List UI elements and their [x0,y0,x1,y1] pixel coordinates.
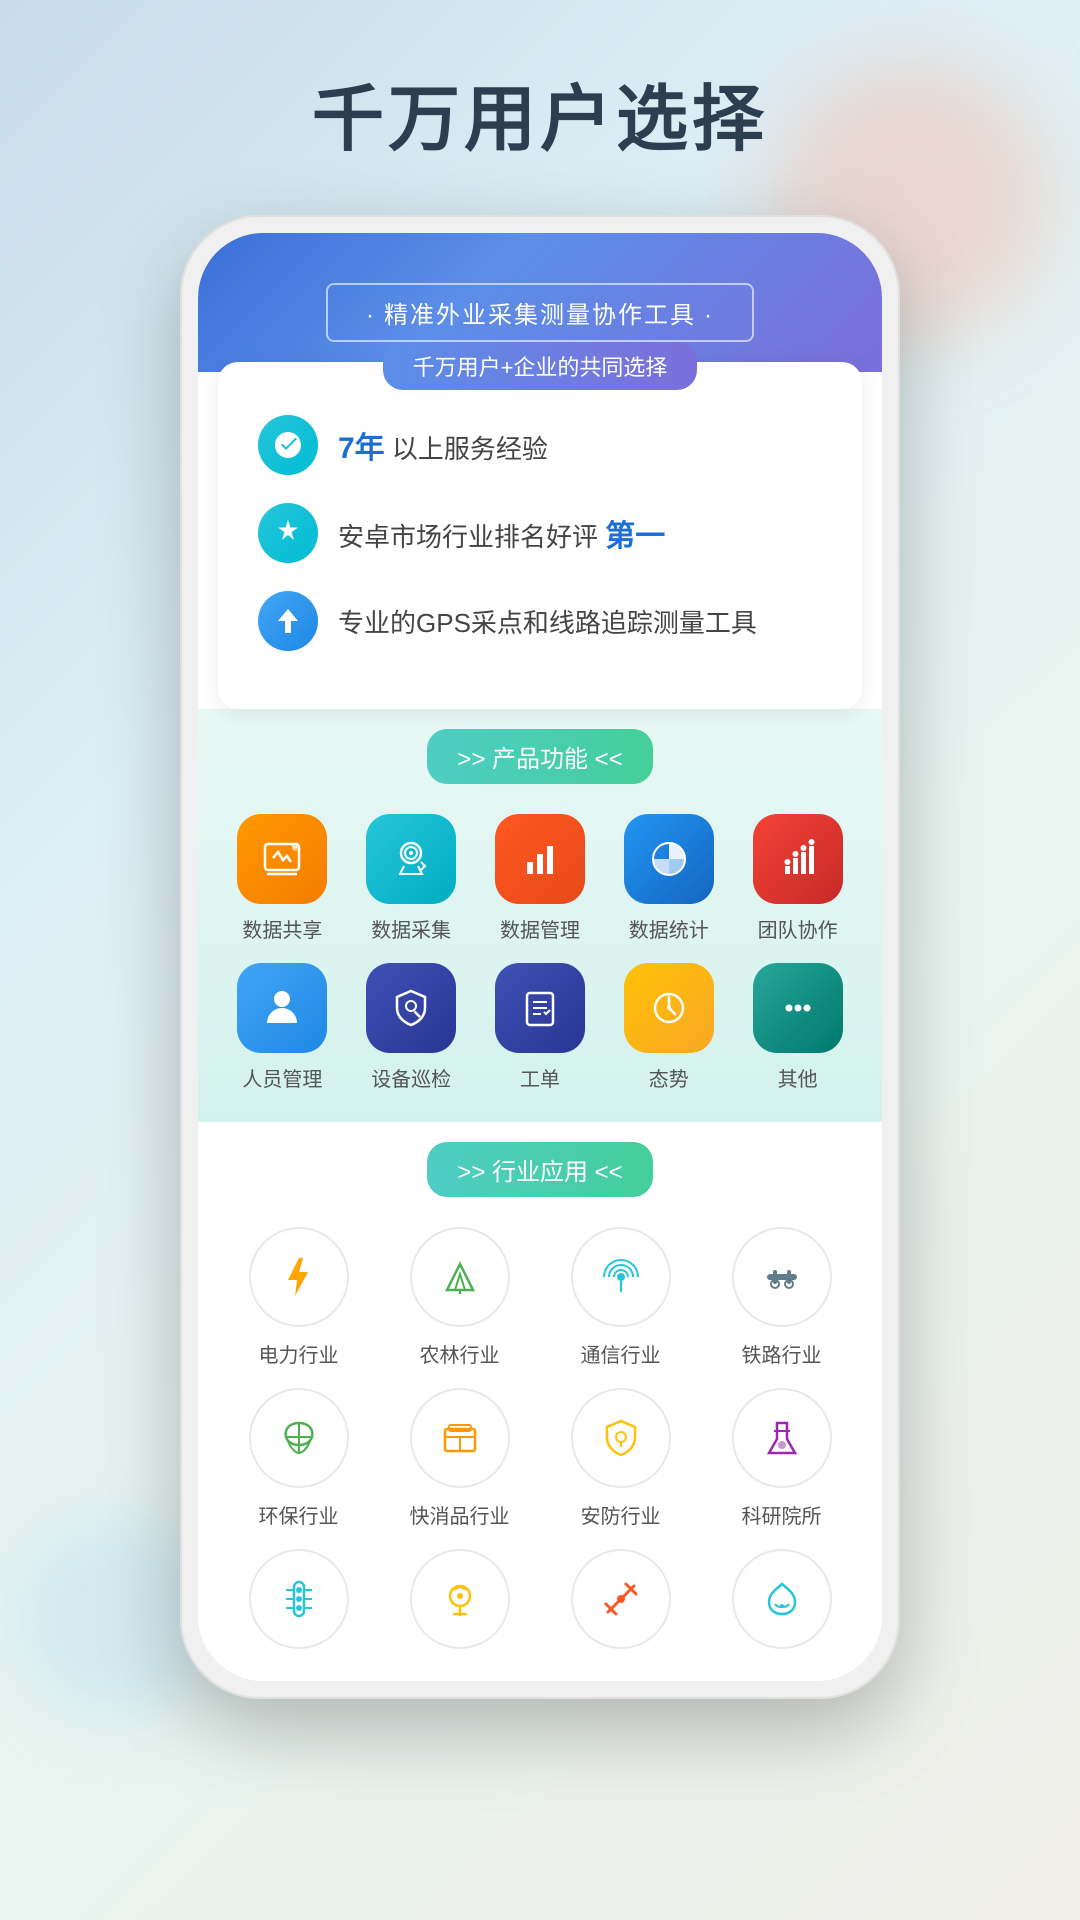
feature-icon-3 [258,591,318,651]
func-item-data-collect[interactable]: 数据采集 [347,814,476,943]
industry-grid: 电力行业 农林行业 [218,1227,862,1661]
ind-icon-farm [410,1227,510,1327]
ind-label-farm: 农林行业 [420,1339,500,1368]
phone-wrapper: 精准外业采集测量协作工具 千万用户+企业的共同选择 7年 以上服务经验 [180,215,900,1699]
func-label-inspection: 设备巡检 [371,1063,451,1092]
ind-item-security[interactable]: 安防行业 [540,1388,701,1529]
highlight-2: 第一 [605,520,665,553]
banner-subtitle: 精准外业采集测量协作工具 [326,283,754,342]
func-label-personnel: 人员管理 [242,1063,322,1092]
func-item-data-manage[interactable]: 数据管理 [476,814,605,943]
feature-item-3: 专业的GPS采点和线路追踪测量工具 [258,591,822,651]
ind-icon-railway [732,1227,832,1327]
phone-frame: 精准外业采集测量协作工具 千万用户+企业的共同选择 7年 以上服务经验 [180,215,900,1699]
ind-icon-telecom [571,1227,671,1327]
ind-item-other2[interactable] [379,1549,540,1661]
func-icon-data-collect [366,814,456,904]
ind-label-railway: 铁路行业 [742,1339,822,1368]
card-tag: 千万用户+企业的共同选择 [383,342,698,390]
ind-item-farm[interactable]: 农林行业 [379,1227,540,1368]
feature-text-1: 7年 以上服务经验 [338,423,548,467]
func-icon-team [753,814,843,904]
func-icon-inspection [366,963,456,1053]
ind-icon-research [732,1388,832,1488]
ind-icon-enviro [249,1388,349,1488]
func-item-workorder[interactable]: 工单 [476,963,605,1092]
ind-item-other1[interactable] [218,1549,379,1661]
ind-icon-other2 [410,1549,510,1649]
ind-label-security: 安防行业 [581,1500,661,1529]
func-item-personnel[interactable]: 人员管理 [218,963,347,1092]
feature-card: 千万用户+企业的共同选择 7年 以上服务经验 [218,362,862,709]
func-icon-data-manage [495,814,585,904]
highlight-1: 7年 [338,432,385,465]
func-label-workorder: 工单 [520,1063,560,1092]
func-item-situation[interactable]: 态势 [604,963,733,1092]
ind-item-power[interactable]: 电力行业 [218,1227,379,1368]
ind-label-enviro: 环保行业 [259,1500,339,1529]
func-icon-other [753,963,843,1053]
ind-item-other3[interactable] [540,1549,701,1661]
ind-label-telecom: 通信行业 [581,1339,661,1368]
feature-item-2: 安卓市场行业排名好评 第一 [258,503,822,563]
func-item-other[interactable]: 其他 [733,963,862,1092]
product-icons-grid: 数据共享 数据采集 [218,814,862,1092]
ind-item-telecom[interactable]: 通信行业 [540,1227,701,1368]
ind-icon-other1 [249,1549,349,1649]
func-icon-workorder [495,963,585,1053]
func-icon-situation [624,963,714,1053]
ind-item-railway[interactable]: 铁路行业 [701,1227,862,1368]
func-icon-personnel [237,963,327,1053]
feature-item-1: 7年 以上服务经验 [258,415,822,475]
feature-icon-2 [258,503,318,563]
func-label-data-share: 数据共享 [242,914,322,943]
ind-icon-other3 [571,1549,671,1649]
ind-icon-other4 [732,1549,832,1649]
ind-icon-power [249,1227,349,1327]
feature-text-3: 专业的GPS采点和线路追踪测量工具 [338,603,757,640]
ind-item-research[interactable]: 科研院所 [701,1388,862,1529]
func-item-inspection[interactable]: 设备巡检 [347,963,476,1092]
page-title: 千万用户选择 [312,60,768,165]
func-icon-data-stats [624,814,714,904]
industry-section: >> 行业应用 << 电力行业 [198,1122,882,1681]
func-label-other: 其他 [778,1063,818,1092]
ind-label-research: 科研院所 [742,1500,822,1529]
func-item-data-stats[interactable]: 数据统计 [604,814,733,943]
ind-item-enviro[interactable]: 环保行业 [218,1388,379,1529]
ind-label-power: 电力行业 [259,1339,339,1368]
ind-icon-security [571,1388,671,1488]
ind-item-other4[interactable] [701,1549,862,1661]
product-tag: >> 产品功能 << [427,729,652,784]
func-icon-data-share [237,814,327,904]
feature-icon-1 [258,415,318,475]
industry-tag: >> 行业应用 << [427,1142,652,1197]
func-item-data-share[interactable]: 数据共享 [218,814,347,943]
phone-inner: 精准外业采集测量协作工具 千万用户+企业的共同选择 7年 以上服务经验 [198,233,882,1681]
func-label-situation: 态势 [649,1063,689,1092]
ind-icon-fmcg [410,1388,510,1488]
func-label-data-collect: 数据采集 [371,914,451,943]
ind-item-fmcg[interactable]: 快消品行业 [379,1388,540,1529]
func-label-data-stats: 数据统计 [629,914,709,943]
func-label-team: 团队协作 [758,914,838,943]
product-section: >> 产品功能 << 数据共享 [198,709,882,1122]
func-label-data-manage: 数据管理 [500,914,580,943]
feature-text-2: 安卓市场行业排名好评 第一 [338,511,665,555]
func-item-team[interactable]: 团队协作 [733,814,862,943]
ind-label-fmcg: 快消品行业 [410,1500,510,1529]
